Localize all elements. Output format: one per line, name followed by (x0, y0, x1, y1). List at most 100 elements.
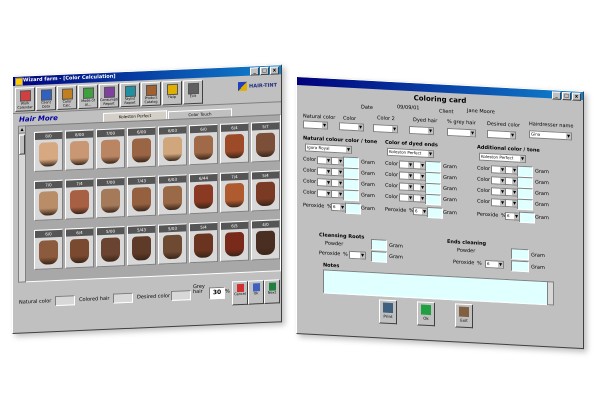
color-row-combo-a[interactable]: ▼ (317, 156, 332, 165)
hair-swatch[interactable]: 6/00 (127, 126, 156, 168)
cancel-button[interactable]: Cancel (232, 280, 248, 306)
color-row-combo-a[interactable]: ▼ (317, 189, 332, 198)
ends-peroxide-combo[interactable]: 6 ▼ (485, 259, 504, 269)
grey-hair-combo[interactable]: ▼ (447, 127, 476, 138)
maximize-button[interactable]: □ (260, 66, 269, 76)
hair-swatch[interactable]: 6/03 (158, 174, 187, 216)
hair-swatch[interactable]: 8/0 (34, 130, 63, 173)
scroll-up-arrow[interactable]: ▲ (19, 126, 25, 134)
toolbar-button-calendar[interactable]: Work Calendar (15, 86, 35, 112)
color-row-combo-a[interactable]: ▼ (317, 178, 332, 187)
cleansing-peroxide-combo[interactable]: ▼ (349, 250, 366, 260)
grey-percent-field[interactable]: 30 (209, 286, 225, 300)
color-row-grams-field[interactable] (517, 198, 533, 211)
toolbar-button-mode[interactable]: Mode of Al... (78, 84, 98, 110)
hair-swatch[interactable]: 4/0 (251, 219, 280, 261)
toolbar-button-stylist[interactable]: Stylist Report (120, 82, 140, 108)
color-row-grams-field[interactable] (425, 160, 441, 173)
hair-swatch[interactable]: 7/00 (96, 177, 125, 219)
peroxide-combo-dyed[interactable]: 6 ▼ (413, 207, 428, 216)
color2-combo[interactable]: ▼ (373, 124, 398, 134)
swatch-scrollbar[interactable]: ▲ (18, 125, 26, 283)
color-row-combo-a[interactable]: ▼ (399, 193, 414, 203)
color-row-grams-field[interactable] (343, 167, 359, 180)
hair-swatch[interactable]: 6/5 (220, 220, 249, 262)
notes-scrollbar[interactable] (547, 281, 554, 306)
peroxide-grams-field[interactable] (427, 206, 443, 219)
card-button-print[interactable]: Print (379, 299, 397, 325)
hairdresser-combo[interactable]: Gina ▼ (529, 130, 572, 141)
hair-swatch[interactable]: 7/00 (96, 128, 125, 170)
hair-swatch[interactable]: 7/4 (220, 171, 249, 213)
hair-swatch[interactable]: 6/0 (34, 228, 63, 271)
brand-combo-additional[interactable]: Koleston Perfect ▼ (479, 152, 526, 164)
ends-powder-field[interactable] (511, 248, 529, 261)
color-row-combo-a[interactable]: ▼ (491, 198, 506, 208)
color-row-combo-a[interactable]: ▼ (399, 182, 414, 192)
card-button-exit[interactable]: Exit (455, 303, 473, 329)
dyed-hair-combo[interactable]: ▼ (409, 125, 434, 136)
color-row-grams-field[interactable] (343, 178, 359, 191)
peroxide-combo-natural[interactable]: 6 ▼ (331, 202, 346, 212)
brand-combo-natural[interactable]: Igora Royal ▼ (305, 143, 352, 154)
hair-swatch[interactable]: 6/0 (189, 124, 218, 166)
natural-color-field[interactable] (55, 295, 75, 307)
color-row-combo-a[interactable]: ▼ (317, 167, 332, 176)
hair-swatch[interactable]: 5/7 (251, 121, 280, 163)
ok-button[interactable]: Ok (248, 279, 264, 305)
color-row-grams-field[interactable] (517, 187, 533, 200)
hair-swatch[interactable]: 6/44 (189, 173, 218, 215)
card-button-check[interactable]: Ok (417, 301, 435, 327)
colored-hair-field[interactable] (113, 292, 133, 304)
toolbar-button-report[interactable]: Consumption Report (99, 83, 119, 109)
hair-swatch[interactable]: 8/00 (65, 129, 94, 171)
ends-peroxide-field[interactable] (511, 260, 529, 273)
desired-color-combo[interactable]: ▼ (487, 130, 516, 140)
toolbar-button-client[interactable]: Client Data (36, 86, 56, 111)
hair-swatch[interactable]: 5/4 (251, 170, 280, 212)
toolbar-button-catalog[interactable]: Product Catalog (141, 81, 161, 107)
maximize-button[interactable]: □ (562, 91, 571, 101)
hair-swatch[interactable]: 7/4 (65, 178, 94, 220)
color-row-combo-a[interactable]: ▼ (491, 165, 506, 175)
color-row-grams-field[interactable] (343, 189, 359, 202)
next-button[interactable]: Next (264, 279, 280, 304)
color-combo[interactable]: ▼ (339, 122, 364, 132)
color-row-combo-a[interactable]: ▼ (491, 187, 506, 197)
notes-textarea[interactable] (323, 269, 549, 306)
close-button[interactable]: x (270, 66, 279, 75)
hair-swatch[interactable]: 5/43 (127, 224, 156, 266)
color-row-grams-field[interactable] (425, 193, 441, 206)
scroll-thumb[interactable] (19, 134, 25, 155)
hair-swatch[interactable]: 7/43 (127, 175, 156, 217)
color-row-grams-field[interactable] (425, 171, 441, 184)
brand-combo-dyed[interactable]: Koleston Perfect ▼ (387, 147, 434, 159)
minimize-button[interactable]: _ (250, 67, 259, 76)
hair-swatch[interactable]: 5/00 (96, 226, 125, 268)
hair-swatch[interactable]: 8/03 (158, 125, 187, 167)
color-row-grams-field[interactable] (517, 176, 533, 189)
natural-color-combo[interactable]: ▼ (303, 120, 328, 130)
toolbar-button-exit[interactable]: Exit (183, 79, 203, 105)
peroxide-grams-field[interactable] (519, 211, 535, 224)
close-button[interactable]: x (572, 92, 581, 101)
color-row-combo-a[interactable]: ▼ (399, 160, 414, 170)
hair-swatch[interactable]: 6/4 (220, 122, 249, 164)
peroxide-combo-additional[interactable]: 6 ▼ (505, 211, 520, 221)
desired-color-field[interactable] (171, 290, 191, 302)
color-row-combo-a[interactable]: ▼ (491, 176, 506, 186)
color-row-grams-field[interactable] (425, 182, 441, 195)
hair-swatch[interactable]: 5/4 (189, 222, 218, 264)
cleansing-powder-field[interactable] (371, 238, 387, 251)
toolbar-button-help[interactable]: Help (162, 80, 182, 106)
minimize-button[interactable]: _ (552, 91, 561, 100)
color-row-grams-field[interactable] (343, 156, 359, 169)
cleansing-peroxide-field[interactable] (371, 250, 387, 263)
color-row-combo-a[interactable]: ▼ (399, 171, 414, 181)
toolbar-button-palette[interactable]: Color Calc. (57, 85, 77, 111)
color-row-grams-field[interactable] (517, 165, 533, 178)
hair-swatch[interactable]: 7/0 (34, 179, 63, 222)
hair-swatch[interactable]: 6/4 (65, 227, 94, 269)
hair-swatch[interactable]: 5/03 (158, 223, 187, 265)
peroxide-grams-field[interactable] (345, 202, 361, 215)
